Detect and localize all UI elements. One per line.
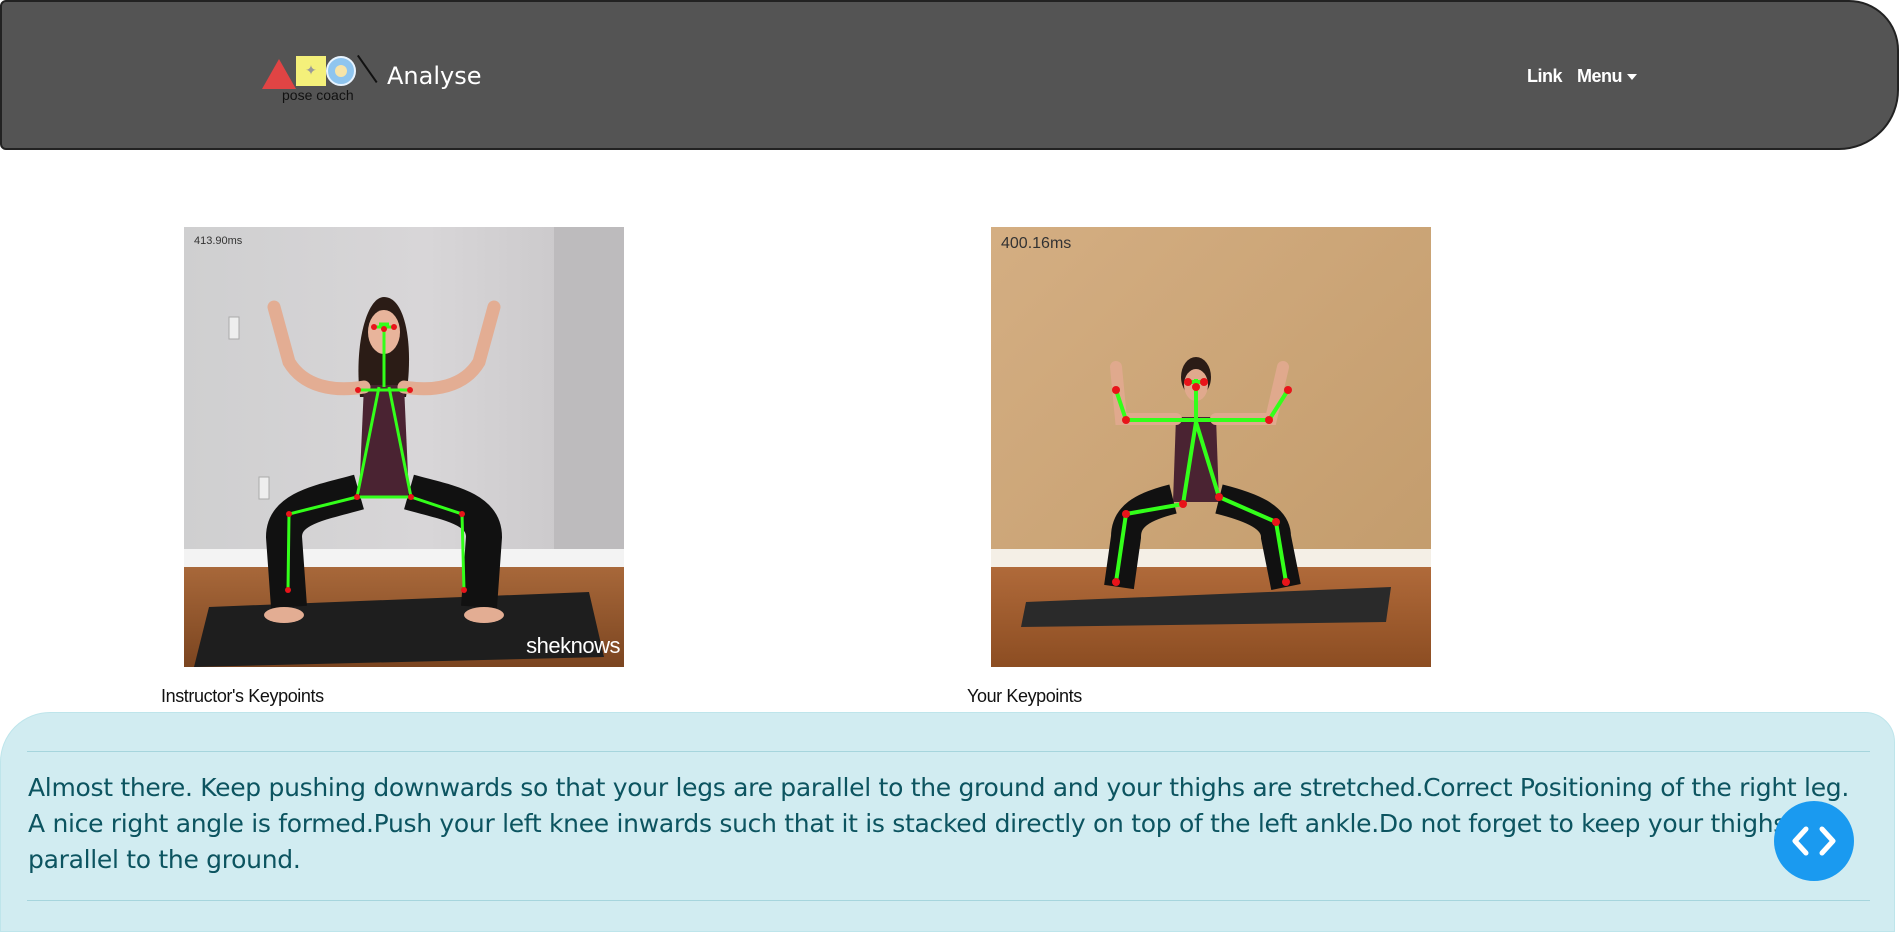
instructor-keypoints-image: 413.90ms sheknows — [184, 227, 624, 667]
logo-slash — [357, 54, 378, 84]
logo-circle-icon — [326, 56, 356, 86]
feedback-message: Almost there. Keep pushing downwards so … — [28, 773, 1849, 874]
feedback-alert: Almost there. Keep pushing downwards so … — [0, 712, 1895, 932]
menu-label: Menu — [1577, 66, 1623, 86]
caret-down-icon — [1627, 74, 1637, 81]
instructor-keypoints-caption: Instructor's Keypoints — [161, 686, 324, 706]
watermark: sheknows — [526, 633, 620, 658]
user-photo — [991, 227, 1431, 667]
navbar: ✦ pose coach Analyse Link Menu — [0, 0, 1899, 150]
feedback-divider-top — [27, 751, 1870, 752]
instructor-latency: 413.90ms — [194, 235, 243, 247]
user-keypoints-caption: Your Keypoints — [967, 686, 1082, 706]
logo-caption: pose coach — [282, 87, 354, 103]
user-latency: 400.16ms — [1001, 235, 1072, 252]
pose-coach-logo[interactable]: ✦ pose coach — [262, 54, 378, 106]
navbar-brand[interactable]: Analyse — [387, 62, 481, 90]
user-keypoints-image: 400.16ms — [991, 227, 1431, 667]
menu-dropdown-toggle[interactable]: Menu — [1577, 66, 1637, 87]
instructor-photo — [184, 227, 624, 667]
nav-link[interactable]: Link — [1527, 66, 1563, 87]
logo-triangle-icon — [262, 59, 296, 89]
feedback-divider-bottom — [27, 900, 1870, 901]
code-toggle-button[interactable] — [1774, 801, 1854, 881]
logo-square-icon: ✦ — [296, 56, 326, 86]
code-brackets-icon — [1792, 826, 1836, 856]
